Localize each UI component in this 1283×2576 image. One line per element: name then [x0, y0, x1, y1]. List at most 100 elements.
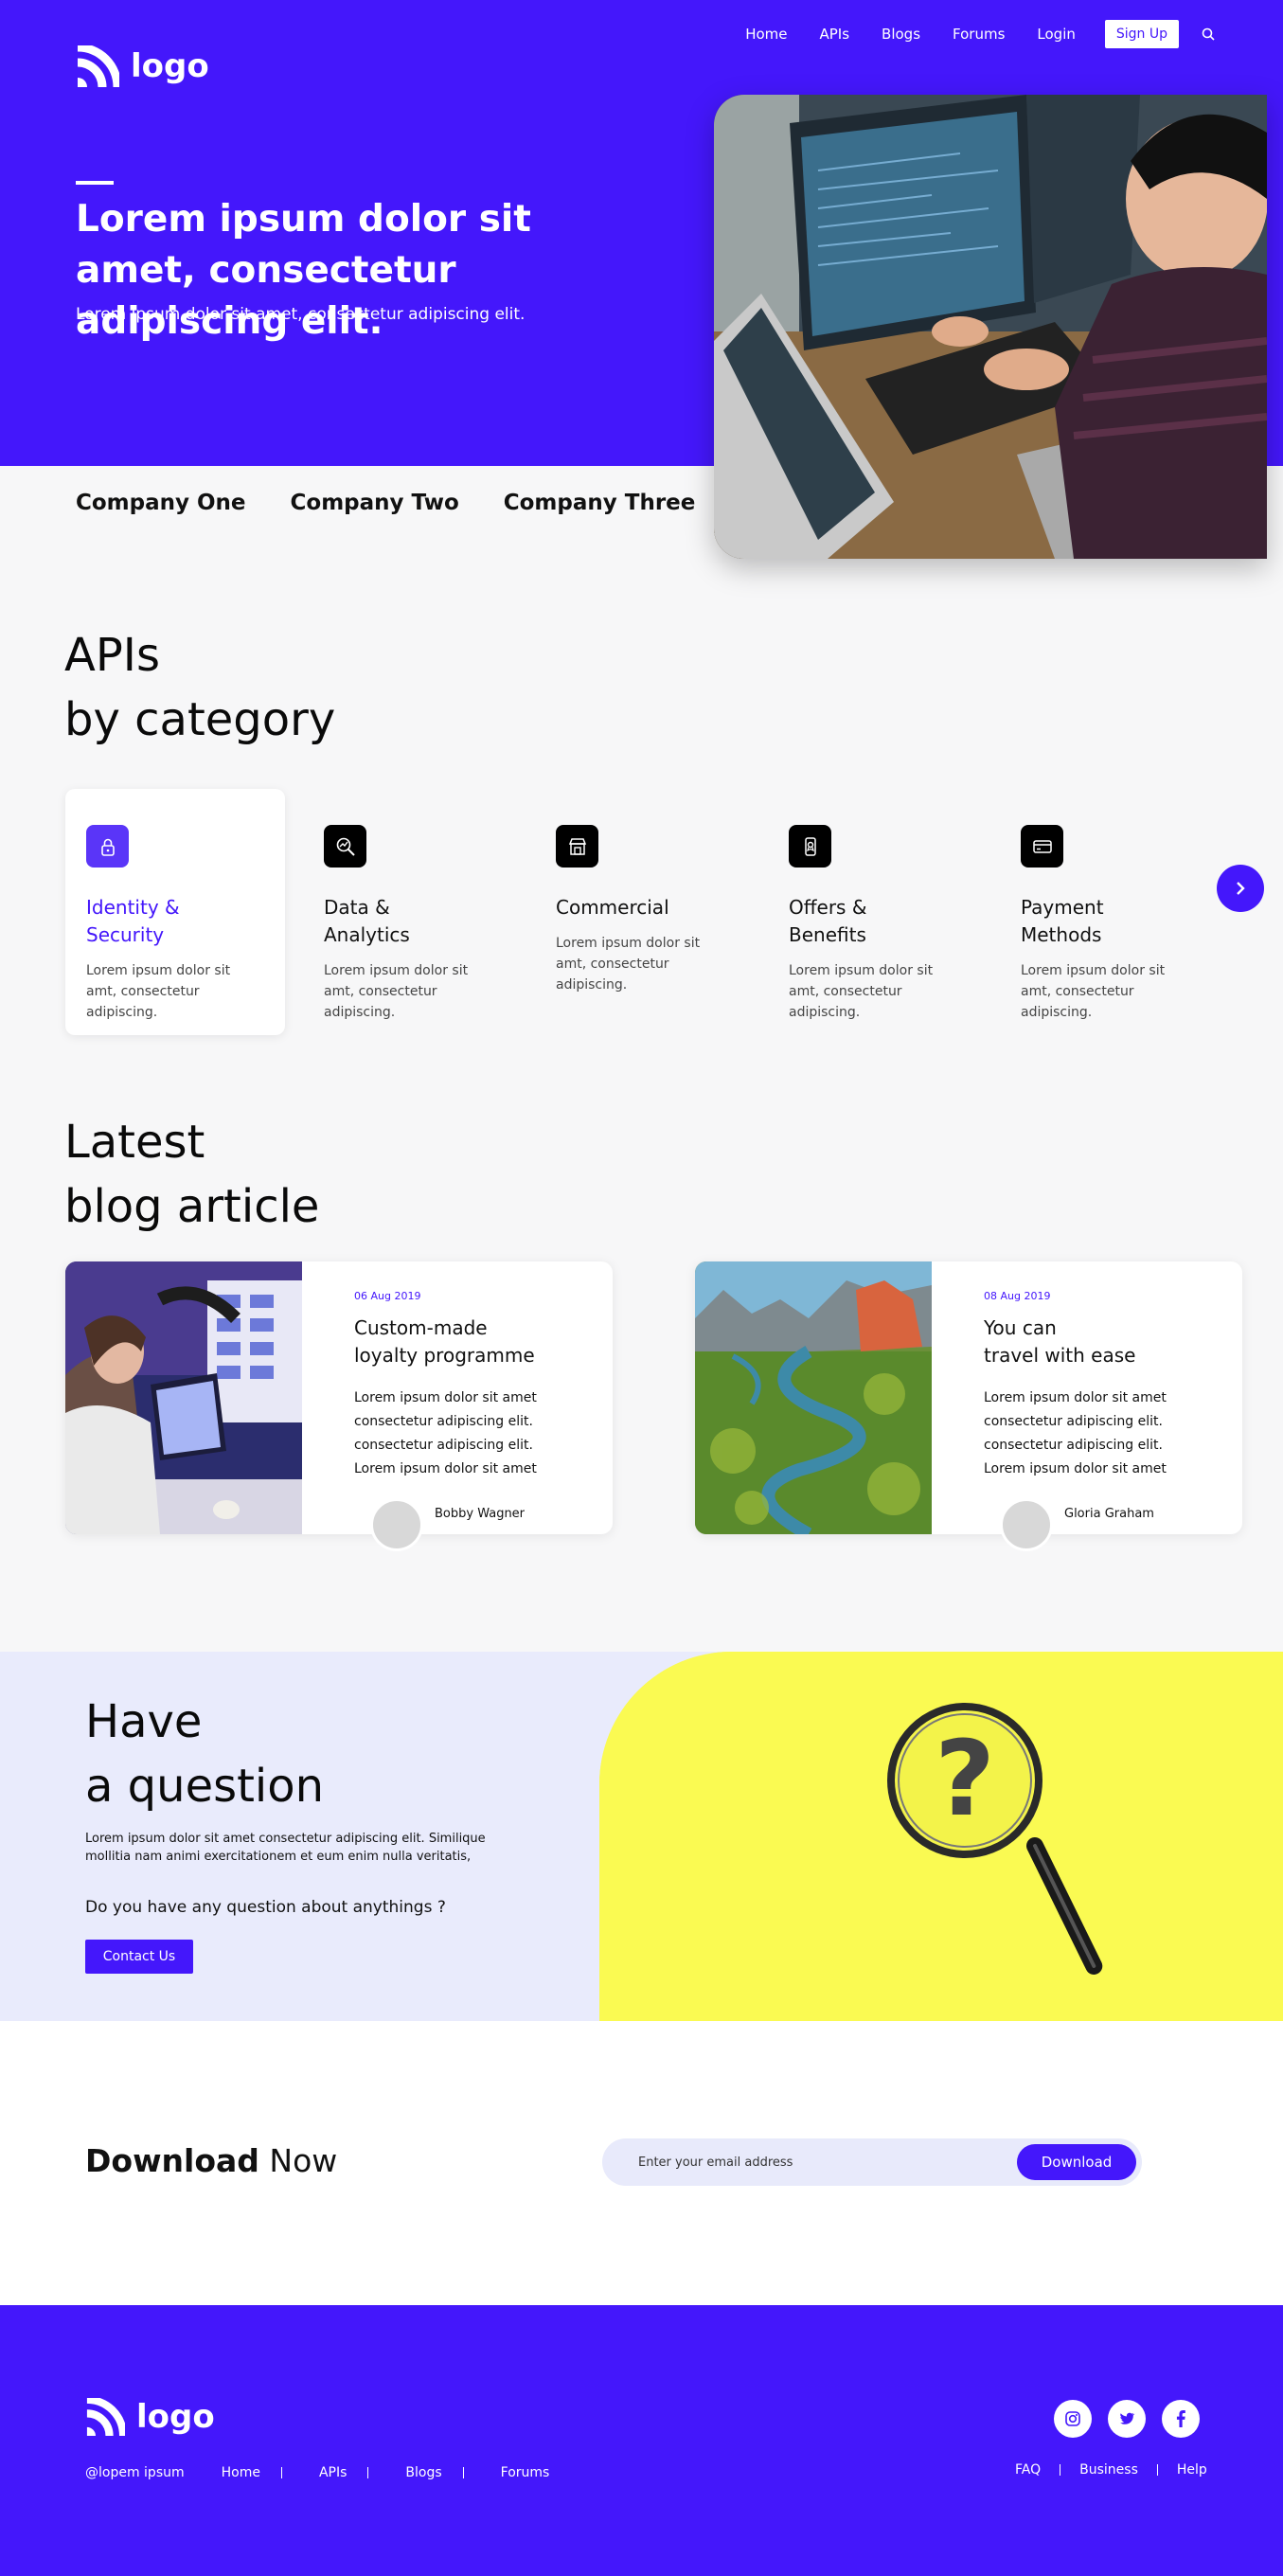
category-card-offers-benefits[interactable]: Offers & Benefits Lorem ipsum dolor sit …: [768, 789, 988, 1035]
search-icon[interactable]: [1200, 26, 1217, 43]
logo-text: logo: [131, 47, 209, 85]
blog-date: 06 Aug 2019: [354, 1290, 421, 1302]
blog-author[interactable]: Gloria Graham: [1064, 1507, 1154, 1521]
blog-excerpt: Lorem ipsum dolor sit amet consectetur a…: [354, 1390, 537, 1476]
nav-home[interactable]: Home: [729, 20, 803, 48]
logo-icon: [86, 2398, 125, 2436]
question-heading-line2: a question: [85, 1760, 325, 1813]
blog-author[interactable]: Bobby Wagner: [435, 1507, 525, 1521]
footer-link-business[interactable]: Business: [1079, 2462, 1138, 2478]
question-section: Have a question Lorem ipsum dolor sit am…: [0, 1652, 1283, 2021]
header-logo[interactable]: logo: [76, 45, 209, 87]
blog-card[interactable]: 06 Aug 2019 Custom-made loyalty programm…: [65, 1261, 613, 1551]
company-three: Company Three: [503, 491, 696, 515]
category-card-payment-methods[interactable]: Payment Methods Lorem ipsum dolor sit am…: [1000, 789, 1220, 1035]
footer-link-blogs[interactable]: Blogs: [405, 2465, 441, 2480]
footer-link-forums[interactable]: Forums: [501, 2465, 550, 2480]
blog-heading: Latest blog article: [64, 1110, 319, 1239]
download-heading-bold: Download: [85, 2142, 259, 2179]
footer-divider: [367, 2467, 369, 2478]
footer-link-home[interactable]: Home: [222, 2465, 260, 2480]
download-button[interactable]: Download: [1017, 2144, 1136, 2180]
category-name-line2: Analytics: [324, 923, 410, 946]
apis-heading-line2: by category: [64, 693, 336, 746]
company-one: Company One: [76, 491, 246, 515]
avatar: [370, 1498, 423, 1551]
nav-blogs[interactable]: Blogs: [865, 20, 936, 48]
footer-link-apis[interactable]: APIs: [319, 2465, 347, 2480]
blog-title[interactable]: You can travel with ease: [984, 1315, 1135, 1369]
question-heading-line1: Have: [85, 1695, 203, 1748]
company-logos: Company One Company Two Company Three: [76, 491, 695, 515]
category-name-line1: Offers &: [789, 896, 867, 919]
blog-title-line2: travel with ease: [984, 1344, 1136, 1367]
question-prompt: Do you have any question about anythings…: [85, 1898, 446, 1917]
category-description: Lorem ipsum dolor sit amt, consectetur a…: [1021, 963, 1166, 1020]
blog-title-line1: Custom-made: [354, 1316, 488, 1339]
lock-icon: [86, 825, 129, 868]
footer-logo[interactable]: logo: [85, 2398, 215, 2436]
category-name: Offers & Benefits: [789, 894, 967, 949]
email-field[interactable]: [638, 2138, 979, 2186]
svg-text:?: ?: [935, 1718, 995, 1839]
category-card-commercial[interactable]: Commercial Lorem ipsum dolor sit amt, co…: [535, 789, 755, 1035]
download-heading-rest: Now: [269, 2142, 338, 2179]
phone-offer-icon: [789, 825, 831, 868]
nav-apis[interactable]: APIs: [804, 20, 866, 48]
hero-accent-dash: [76, 181, 114, 185]
download-heading: Download Now: [85, 2142, 337, 2179]
category-name-line1: Data &: [324, 896, 390, 919]
blog-excerpt: Lorem ipsum dolor sit amet consectetur a…: [984, 1390, 1167, 1476]
main-nav: Home APIs Blogs Forums Login Sign Up: [729, 20, 1217, 48]
contact-us-button[interactable]: Contact Us: [85, 1940, 193, 1974]
category-description: Lorem ipsum dolor sit amt, consectetur a…: [324, 963, 469, 1020]
blog-title[interactable]: Custom-made loyalty programme: [354, 1315, 535, 1369]
footer-divider: [462, 2467, 464, 2478]
footer: logo @lopem ipsum Home APIs Blogs Forums…: [0, 2305, 1283, 2576]
category-card-identity-security[interactable]: Identity & Security Lorem ipsum dolor si…: [65, 789, 285, 1035]
category-name-line1: Commercial: [556, 896, 669, 919]
category-name: Payment Methods: [1021, 894, 1199, 949]
card-icon: [1021, 825, 1063, 868]
avatar: [1000, 1498, 1053, 1551]
category-name-line2: Benefits: [789, 923, 866, 946]
company-two: Company Two: [290, 491, 459, 515]
footer-nav: @lopem ipsum Home APIs Blogs Forums: [85, 2465, 549, 2480]
carousel-next-button[interactable]: [1217, 865, 1264, 912]
footer-link-faq[interactable]: FAQ: [1015, 2462, 1041, 2478]
magnifier-chart-icon: [324, 825, 366, 868]
category-name-line2: Methods: [1021, 923, 1102, 946]
category-description: Lorem ipsum dolor sit amt, consectetur a…: [556, 936, 701, 993]
hero-subtitle: Lorem ipsum dolor sit amet, consectetur …: [76, 305, 526, 324]
footer-link-help[interactable]: Help: [1177, 2462, 1207, 2478]
download-form: Download: [602, 2138, 1142, 2186]
twitter-icon[interactable]: [1108, 2400, 1146, 2438]
nav-login[interactable]: Login: [1021, 20, 1091, 48]
storefront-icon: [556, 825, 598, 868]
nav-forums[interactable]: Forums: [936, 20, 1021, 48]
hero-title: Lorem ipsum dolor sit amet, consectetur …: [76, 198, 531, 343]
blog-title-line1: You can: [984, 1316, 1057, 1339]
category-name-line1: Payment: [1021, 896, 1104, 919]
blog-date: 08 Aug 2019: [984, 1290, 1051, 1302]
apis-heading-line1: APIs: [64, 629, 160, 682]
hero-developer-photo: [714, 95, 1267, 559]
blog-heading-line2: blog article: [64, 1180, 320, 1233]
facebook-icon[interactable]: [1162, 2400, 1200, 2438]
footer-secondary-nav: FAQ Business Help: [1015, 2462, 1207, 2478]
blog-card[interactable]: 08 Aug 2019 You can travel with ease Lor…: [695, 1261, 1242, 1551]
chevron-right-icon: [1237, 882, 1245, 895]
blog-image-landscape: [695, 1261, 932, 1534]
category-description: Lorem ipsum dolor sit amt, consectetur a…: [789, 963, 934, 1020]
download-section: Download Now Download: [0, 2021, 1283, 2305]
footer-divider: [1156, 2464, 1158, 2476]
logo-text: logo: [136, 2398, 215, 2436]
question-heading: Have a question: [85, 1690, 324, 1818]
category-name-line2: Security: [86, 923, 165, 946]
category-name: Identity & Security: [86, 894, 264, 949]
footer-copyright: @lopem ipsum: [85, 2465, 185, 2480]
category-description: Lorem ipsum dolor sit amt, consectetur a…: [86, 963, 231, 1020]
instagram-icon[interactable]: [1054, 2400, 1092, 2438]
category-card-data-analytics[interactable]: Data & Analytics Lorem ipsum dolor sit a…: [303, 789, 523, 1035]
signup-button[interactable]: Sign Up: [1104, 20, 1179, 48]
